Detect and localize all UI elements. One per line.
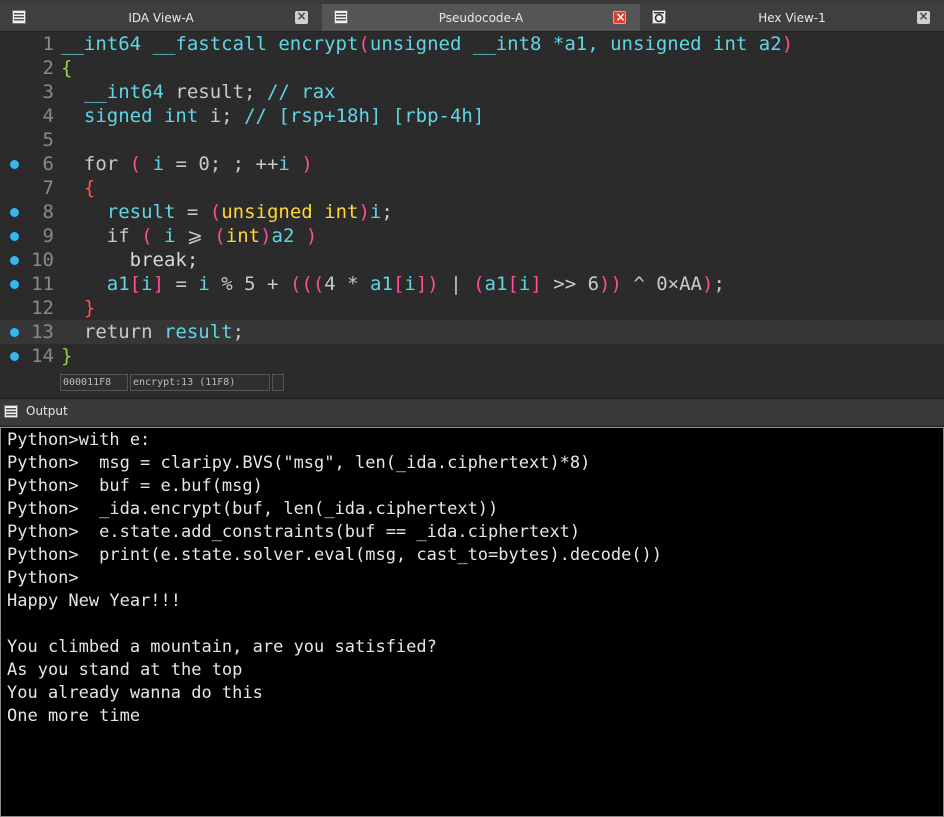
tab-hex-view-1[interactable]: Hex View-1 × bbox=[640, 4, 944, 31]
output-console[interactable]: Python>with e: Python> msg = claripy.BVS… bbox=[0, 427, 944, 817]
line-number: 11 bbox=[31, 273, 54, 295]
code-text: result = (unsigned int)i; bbox=[106, 201, 393, 223]
line-number: 12 bbox=[31, 297, 54, 319]
line-number: 3 bbox=[42, 81, 54, 103]
console-line: Happy New Year!!! bbox=[7, 591, 181, 611]
close-icon[interactable]: × bbox=[613, 10, 626, 24]
code-line[interactable]: 10 break; bbox=[0, 248, 944, 272]
tab-label: Hex View-1 bbox=[758, 11, 826, 25]
code-line[interactable]: 9 if ( i ⩾ (int)a2 ) bbox=[0, 224, 944, 248]
code-line[interactable]: 4 signed int i; // [rsp+18h] [rbp-4h] bbox=[0, 104, 944, 128]
code-line[interactable]: 1 __int64 __fastcall encrypt(unsigned __… bbox=[0, 32, 944, 56]
pseudocode-editor[interactable]: 1 __int64 __fastcall encrypt(unsigned __… bbox=[0, 32, 944, 370]
output-panel-title: Output bbox=[26, 404, 68, 418]
console-line: Python> _ida.encrypt(buf, len(_ida.ciphe… bbox=[7, 499, 499, 519]
console-line: Python> print(e.state.solver.eval(msg, c… bbox=[7, 545, 663, 565]
line-number: 6 bbox=[42, 153, 54, 175]
output-window-icon bbox=[4, 405, 18, 418]
line-number: 2 bbox=[42, 57, 54, 79]
code-line[interactable]: 5 bbox=[0, 128, 944, 152]
code-text: a1[i] = i % 5 + (((4 * a1[i]) | (a1[i] >… bbox=[106, 273, 725, 295]
console-line: You already wanna do this bbox=[7, 683, 263, 703]
code-text: break; bbox=[129, 249, 199, 271]
code-text: return result; bbox=[83, 321, 245, 343]
code-text: signed int i; // [rsp+18h] [rbp-4h] bbox=[61, 105, 485, 127]
code-line[interactable]: 14 } bbox=[0, 344, 944, 368]
status-empty-field bbox=[272, 374, 284, 391]
console-line: As you stand at the top bbox=[7, 660, 243, 680]
code-line[interactable]: 3 __int64 result; // rax bbox=[0, 80, 944, 104]
code-line-current[interactable]: 13 return result; bbox=[0, 320, 944, 344]
code-text: } bbox=[61, 345, 73, 367]
console-line: Python> buf = e.buf(msg) bbox=[7, 476, 263, 496]
tab-pseudocode-a[interactable]: Pseudocode-A × bbox=[322, 4, 640, 31]
function-signature: __int64 __fastcall encrypt(unsigned __in… bbox=[61, 33, 794, 55]
tab-ida-view-a[interactable]: IDA View-A × bbox=[0, 4, 322, 31]
code-line[interactable]: 11 a1[i] = i % 5 + (((4 * a1[i]) | (a1[i… bbox=[0, 272, 944, 296]
console-line: Python> e.state.add_constraints(buf == _… bbox=[7, 522, 581, 542]
tab-label: IDA View-A bbox=[128, 11, 194, 25]
tab-label: Pseudocode-A bbox=[438, 11, 524, 25]
line-number: 14 bbox=[31, 345, 54, 367]
status-address: 000011F8 bbox=[60, 374, 128, 391]
code-text: if ( i ⩾ (int)a2 ) bbox=[106, 225, 318, 247]
breakpoint-dot-icon[interactable] bbox=[10, 328, 19, 337]
code-line[interactable]: 7 { bbox=[0, 176, 944, 200]
code-text: } bbox=[83, 297, 96, 319]
code-text: { bbox=[83, 177, 96, 199]
console-line: Python>with e: bbox=[7, 430, 151, 450]
close-icon[interactable]: × bbox=[917, 9, 930, 24]
breakpoint-dot-icon[interactable] bbox=[10, 256, 19, 265]
code-text: for ( i = 0; ; ++i ) bbox=[61, 153, 313, 175]
breakpoint-dot-icon[interactable] bbox=[10, 160, 19, 169]
output-panel-header: Output bbox=[0, 398, 944, 425]
tab-bar: IDA View-A × Pseudocode-A × Hex View-1 × bbox=[0, 0, 944, 32]
code-text: { bbox=[61, 57, 73, 79]
line-number: 5 bbox=[42, 129, 54, 151]
line-number: 10 bbox=[31, 249, 54, 271]
code-text: __int64 result; // rax bbox=[61, 81, 336, 103]
code-line[interactable]: 6 for ( i = 0; ; ++i ) bbox=[0, 152, 944, 176]
line-number: 13 bbox=[31, 321, 54, 343]
console-line: Python> bbox=[7, 568, 79, 588]
breakpoint-dot-icon[interactable] bbox=[10, 232, 19, 241]
breakpoint-dot-icon[interactable] bbox=[10, 208, 19, 217]
code-line[interactable]: 2 { bbox=[0, 56, 944, 80]
breakpoint-dot-icon[interactable] bbox=[10, 352, 19, 361]
code-line[interactable]: 12 } bbox=[0, 296, 944, 320]
breakpoint-dot-icon[interactable] bbox=[10, 280, 19, 289]
code-line[interactable]: 8 result = (unsigned int)i; bbox=[0, 200, 944, 224]
pseudocode-status-bar: 000011F8 encrypt:13 (11F8) bbox=[0, 371, 944, 395]
status-location: encrypt:13 (11F8) bbox=[130, 374, 270, 391]
console-line: You climbed a mountain, are you satisfie… bbox=[7, 637, 437, 657]
line-number: 8 bbox=[42, 201, 54, 223]
close-icon[interactable]: × bbox=[295, 9, 308, 24]
console-line: Python> msg = claripy.BVS("msg", len(_id… bbox=[7, 453, 591, 473]
line-number: 1 bbox=[42, 33, 54, 55]
console-line: One more time bbox=[7, 706, 141, 726]
line-number: 9 bbox=[42, 225, 54, 247]
line-number: 7 bbox=[42, 177, 54, 199]
line-number: 4 bbox=[42, 105, 54, 127]
